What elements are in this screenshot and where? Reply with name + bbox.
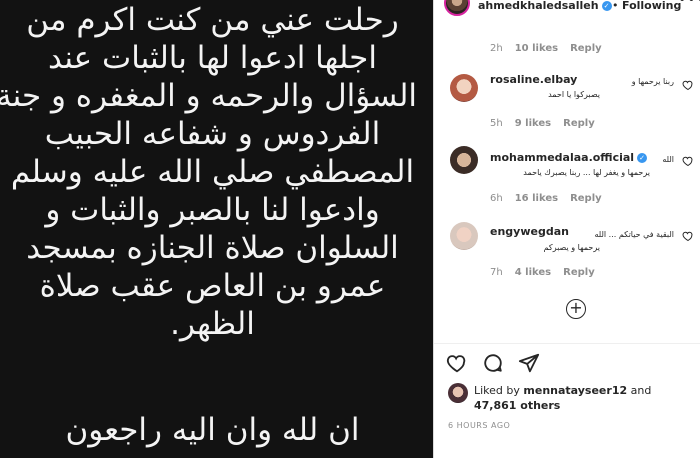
liker-username[interactable]: mennatayseer12 [523, 384, 627, 397]
comment-time: 7h [490, 267, 503, 278]
post-text-line: السؤال والرحمه و المغفره و جنة [0, 78, 417, 114]
post-text-line: عمرو بن العاص عقب صلاة [39, 268, 386, 304]
comment-meta: 2h 10 likes Reply [490, 43, 614, 54]
post-text-line: وادعوا لنا بالصبر والثبات و [45, 192, 380, 228]
comment-time: 5h [490, 118, 503, 129]
following-button[interactable]: Following [622, 0, 681, 12]
post-text-line: رحلت عني من كنت اكرم من [26, 2, 399, 38]
comment-likes[interactable]: 9 likes [515, 118, 551, 129]
comment-likes[interactable]: 16 likes [515, 193, 558, 204]
comment-icon[interactable] [482, 352, 504, 374]
commenter-username[interactable]: rosaline.elbay [490, 73, 577, 86]
commenter-avatar[interactable] [450, 222, 478, 250]
author-avatar[interactable] [444, 0, 470, 16]
post-text-line: الظهر. [170, 306, 255, 342]
post-time-ago[interactable]: 6 HOURS AGO [448, 421, 510, 430]
comments-panel: ahmedkhaledsalleh✓ • Following ••• 2h 10 … [434, 0, 700, 458]
heart-icon[interactable] [682, 230, 694, 242]
plus-circle-icon[interactable]: + [566, 299, 586, 319]
comment-meta: 5h 9 likes Reply [490, 118, 607, 129]
commenter-username[interactable]: mohammedalaa.official ✓ [490, 151, 648, 164]
comment-text-continued: يرحمها و يغفر لها ... ربنا يصبرك ياحمد [523, 168, 650, 177]
header-separator: • [612, 0, 619, 12]
liked-by-label: Liked by [474, 384, 520, 397]
comment-reply-button[interactable]: Reply [570, 193, 602, 204]
verified-badge-icon: ✓ [601, 1, 612, 11]
author-username-text[interactable]: ahmedkhaledsalleh [478, 0, 599, 12]
post-text-line: اجلها ادعوا لها بالثبات عند [48, 40, 377, 76]
comment-meta: 7h 4 likes Reply [490, 267, 607, 278]
share-icon[interactable] [518, 352, 540, 374]
more-horizontal-icon[interactable]: ••• [678, 0, 700, 8]
commenter-username[interactable]: engywegdan [490, 225, 569, 238]
comment-likes[interactable]: 4 likes [515, 267, 551, 278]
commenter-username-text[interactable]: mohammedalaa.official [490, 151, 634, 164]
comment-text: الله [662, 155, 674, 164]
liked-and-label: and [630, 384, 652, 397]
comment-reply-button[interactable]: Reply [563, 118, 595, 129]
comment-time: 6h [490, 193, 503, 204]
liker-avatar[interactable] [448, 383, 468, 403]
comment-meta: 6h 16 likes Reply [490, 193, 614, 204]
comment-reply-button[interactable]: Reply [570, 43, 602, 54]
comment-text: ربنا يرحمها و [631, 77, 674, 86]
likes-summary: Liked by mennatayseer12 and 47,861 other… [474, 383, 651, 413]
post-text-line: ان لله وان اليه راجعون [65, 412, 360, 448]
likes-count[interactable]: 47,861 others [474, 399, 560, 412]
comment-likes[interactable]: 10 likes [515, 43, 558, 54]
comment-reply-button[interactable]: Reply [563, 267, 595, 278]
author-username[interactable]: ahmedkhaledsalleh ✓ [478, 0, 612, 12]
post-text-line: المصطفي صلي الله عليه وسلم [10, 154, 415, 190]
commenter-avatar[interactable] [450, 74, 478, 102]
post-header: ahmedkhaledsalleh✓ • Following ••• [434, 0, 700, 18]
heart-icon[interactable] [682, 155, 694, 167]
comment-text: البقية في حياتكم ... الله [594, 230, 674, 239]
heart-icon[interactable] [682, 79, 694, 91]
comment-text-continued: يرحمها و يصبركم [543, 243, 600, 252]
commenter-avatar[interactable] [450, 146, 478, 174]
comment-text-continued: يصبركوا يا احمد [548, 90, 600, 99]
divider [434, 343, 700, 344]
heart-icon[interactable] [446, 352, 468, 374]
post-text-line: الفردوس و شفاعه الحبيب [44, 116, 381, 152]
post-text-line: السلوان صلاة الجنازه بمسجد [26, 230, 399, 266]
post-image[interactable]: رحلت عني من كنت اكرم من اجلها ادعوا لها … [0, 0, 433, 458]
comment-time: 2h [490, 43, 503, 54]
